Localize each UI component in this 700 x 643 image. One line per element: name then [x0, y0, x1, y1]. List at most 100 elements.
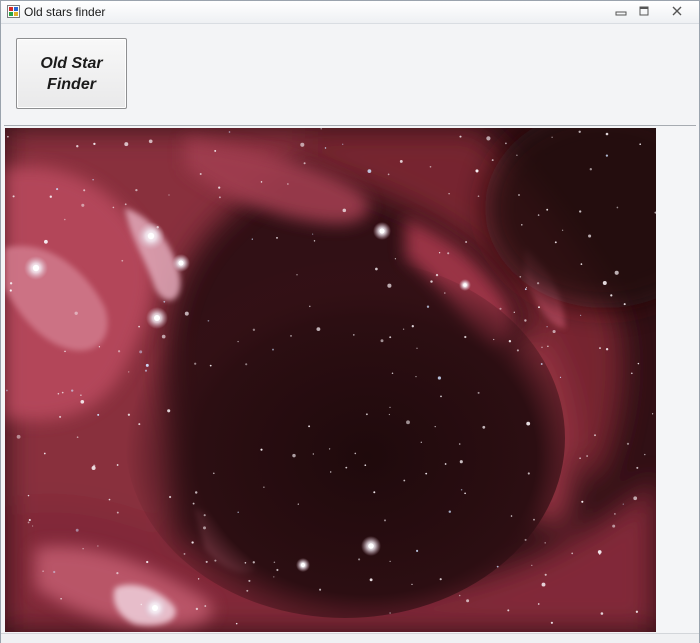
star: [439, 578, 442, 581]
star: [328, 448, 331, 450]
star: [139, 350, 143, 354]
star: [460, 488, 463, 491]
star: [571, 552, 574, 555]
toolbar-area: Old Star Finder: [1, 24, 699, 124]
star: [552, 329, 556, 334]
star: [146, 560, 149, 564]
star: [108, 498, 111, 501]
star: [588, 234, 592, 238]
star: [416, 347, 418, 349]
star: [464, 492, 466, 495]
star: [312, 453, 314, 455]
star: [163, 300, 166, 303]
star: [83, 189, 86, 192]
star: [636, 466, 639, 469]
star: [218, 186, 221, 189]
star: [399, 159, 403, 163]
star: [375, 267, 378, 271]
star: [98, 346, 101, 348]
star: [524, 538, 527, 541]
star: [273, 576, 275, 578]
star: [383, 519, 387, 522]
star: [466, 599, 470, 603]
nebula-star-field: [5, 128, 656, 632]
star: [140, 603, 143, 606]
star: [537, 214, 540, 216]
star: [464, 335, 467, 339]
star: [49, 195, 52, 198]
star: [594, 434, 596, 437]
star: [415, 375, 417, 378]
star: [168, 194, 170, 196]
maximize-button[interactable]: [633, 3, 655, 18]
star: [276, 237, 278, 239]
star: [296, 274, 298, 276]
star: [589, 168, 592, 171]
star: [161, 334, 166, 339]
star: [550, 621, 554, 624]
star: [521, 224, 523, 226]
star: [97, 413, 100, 416]
star: [272, 348, 274, 351]
star: [610, 294, 613, 297]
app-icon[interactable]: [7, 5, 20, 18]
star: [97, 545, 99, 547]
star: [605, 154, 609, 157]
star: [235, 622, 238, 625]
star: [127, 413, 131, 416]
star: [373, 491, 376, 494]
star: [599, 347, 601, 350]
star: [380, 339, 384, 343]
star: [313, 240, 316, 242]
star: [554, 241, 557, 244]
star: [183, 552, 186, 555]
star: [491, 159, 494, 162]
star: [116, 464, 119, 466]
star: [44, 239, 48, 244]
star: [184, 311, 189, 316]
star: [598, 553, 601, 555]
star: [212, 472, 215, 475]
star: [121, 259, 124, 262]
star: [458, 594, 461, 597]
star: [297, 503, 299, 505]
minimize-button[interactable]: [610, 3, 632, 18]
star: [59, 415, 62, 418]
star: [251, 238, 253, 240]
star: [237, 511, 239, 514]
star: [605, 348, 609, 351]
star: [403, 479, 406, 482]
star: [308, 425, 311, 428]
star: [138, 325, 140, 328]
star: [124, 203, 127, 206]
star: [600, 612, 604, 615]
star: [544, 573, 547, 576]
old-star-finder-button[interactable]: Old Star Finder: [16, 38, 127, 109]
star: [9, 282, 13, 285]
star: [482, 425, 486, 429]
star: [435, 273, 439, 277]
title-bar[interactable]: Old stars finder: [1, 1, 699, 24]
star: [477, 391, 480, 394]
star: [547, 345, 549, 347]
star: [444, 292, 446, 294]
star: [124, 142, 129, 147]
star: [76, 145, 79, 148]
close-icon: [672, 6, 682, 15]
star: [622, 503, 624, 505]
star: [7, 135, 9, 138]
app-window: Old stars finder Old Star Finder: [0, 0, 700, 643]
star: [248, 579, 251, 582]
star: [389, 612, 391, 614]
star: [559, 376, 562, 378]
star: [128, 371, 130, 373]
nebula-image: [5, 128, 656, 632]
star: [116, 572, 119, 575]
star: [524, 288, 527, 291]
star: [540, 363, 543, 365]
star: [526, 421, 531, 426]
star: [389, 560, 391, 562]
star: [60, 598, 62, 600]
close-button[interactable]: [657, 3, 697, 18]
star: [434, 425, 436, 428]
